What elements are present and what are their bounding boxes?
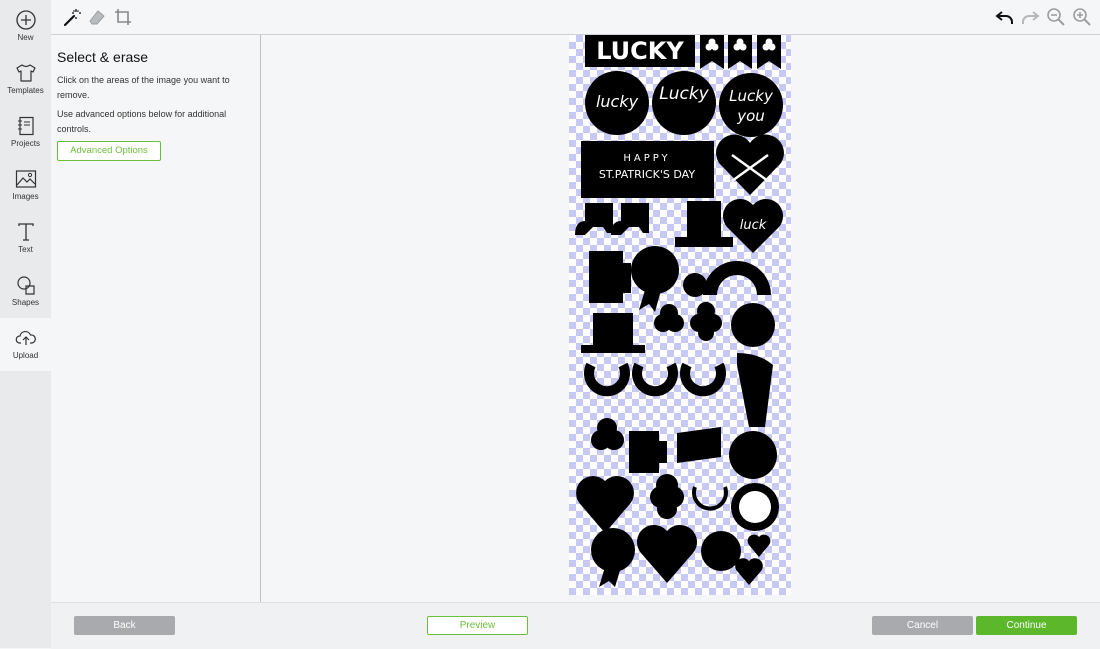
horseshoe-row <box>584 362 726 397</box>
shapes-icon <box>16 276 35 295</box>
text-icon <box>17 223 34 241</box>
nav-label-projects: Projects <box>11 139 40 148</box>
advanced-options-button[interactable]: Advanced Options <box>57 141 161 161</box>
harp <box>737 353 773 427</box>
nav-item-upload[interactable]: Upload <box>0 318 51 371</box>
uploaded-image[interactable]: LUCKY lucky Lucky Lucky you HAPPY ST.PAT… <box>569 35 791 595</box>
redo-icon[interactable] <box>1019 6 1041 28</box>
badge2-text: Lucky <box>659 84 709 104</box>
pot-of-gold <box>731 303 775 347</box>
zoom-in-icon[interactable] <box>1071 6 1093 28</box>
nav-item-projects[interactable]: Projects <box>0 106 51 159</box>
back-button[interactable]: Back <box>74 616 175 635</box>
clipart-sheet: LUCKY lucky Lucky Lucky you HAPPY ST.PAT… <box>575 35 784 587</box>
small-heart <box>747 534 771 557</box>
image-icon <box>15 170 36 188</box>
leprechaun-boot-2 <box>611 203 649 235</box>
sign-line1: HAPPY <box>623 153 670 164</box>
badge1-text: lucky <box>596 92 639 111</box>
eraser-icon[interactable] <box>86 6 108 28</box>
beer-mug <box>589 251 631 303</box>
nav-label-text: Text <box>18 245 33 254</box>
clover-large <box>650 474 684 519</box>
clover-rosette <box>631 246 679 294</box>
top-toolbar <box>51 0 1100 35</box>
crop-icon[interactable] <box>112 6 134 28</box>
luck-heart-2 <box>636 524 698 583</box>
nav-item-new[interactable]: New <box>0 0 51 53</box>
rainbow-cloud <box>683 273 707 297</box>
lucky-banner-text: LUCKY <box>596 37 684 65</box>
rosette-2-ribbon <box>599 567 621 587</box>
nav-label-shapes: Shapes <box>11 298 40 307</box>
cloud-upload-icon <box>15 330 36 345</box>
bottom-action-bar: Back Preview Cancel Continue <box>51 602 1100 649</box>
cancel-button[interactable]: Cancel <box>872 616 973 635</box>
panel-advanced-hint: Use advanced options below for additiona… <box>57 109 227 134</box>
top-hat <box>675 201 733 247</box>
small-heart-2 <box>735 558 763 585</box>
select-erase-panel: Select & erase Click on the areas of the… <box>51 35 261 602</box>
nav-item-text[interactable]: Text <box>0 212 51 265</box>
rainbow <box>703 261 771 295</box>
celtic-heart-2 <box>576 476 634 533</box>
notebook-icon <box>17 116 34 136</box>
celtic-heart <box>716 134 784 195</box>
panel-title: Select & erase <box>57 49 149 65</box>
plus-circle-icon <box>15 10 36 30</box>
nav-label-templates: Templates <box>7 86 44 95</box>
tshirt-icon <box>15 64 36 82</box>
badge3-line1: Lucky <box>729 87 774 105</box>
continue-button[interactable]: Continue <box>976 616 1077 635</box>
magic-wand-icon[interactable] <box>61 6 83 28</box>
clover-mug-flag-row <box>591 418 777 479</box>
clover-circle <box>701 531 741 571</box>
nav-item-shapes[interactable]: Shapes <box>0 265 51 318</box>
nav-item-templates[interactable]: Templates <box>0 53 51 106</box>
clover-hat <box>581 313 645 353</box>
undo-icon[interactable] <box>994 6 1016 28</box>
heart-text: luck <box>740 218 767 233</box>
preview-button[interactable]: Preview <box>427 616 528 635</box>
image-canvas: LUCKY lucky Lucky Lucky you HAPPY ST.PAT… <box>261 35 1100 602</box>
rosette-2 <box>591 528 635 572</box>
panel-instructions: Click on the areas of the image you want… <box>57 75 230 100</box>
nav-item-images[interactable]: Images <box>0 159 51 212</box>
badge3-line2: you <box>736 107 765 125</box>
rosette-ribbon <box>639 290 661 312</box>
zoom-out-icon[interactable] <box>1045 6 1067 28</box>
leprechaun-boots <box>575 203 613 235</box>
horseshoe-outline <box>692 486 728 511</box>
left-nav: New Templates Projects Images Text Shape… <box>0 0 51 648</box>
nav-label-new: New <box>17 33 34 42</box>
sign-line2: ST.PATRICK'S DAY <box>599 168 695 181</box>
nav-label-upload: Upload <box>12 351 39 360</box>
nav-label-images: Images <box>12 192 39 201</box>
lucky-you-badge <box>719 73 783 137</box>
clover-badge-inner <box>739 491 771 523</box>
shamrock-group <box>654 302 722 341</box>
